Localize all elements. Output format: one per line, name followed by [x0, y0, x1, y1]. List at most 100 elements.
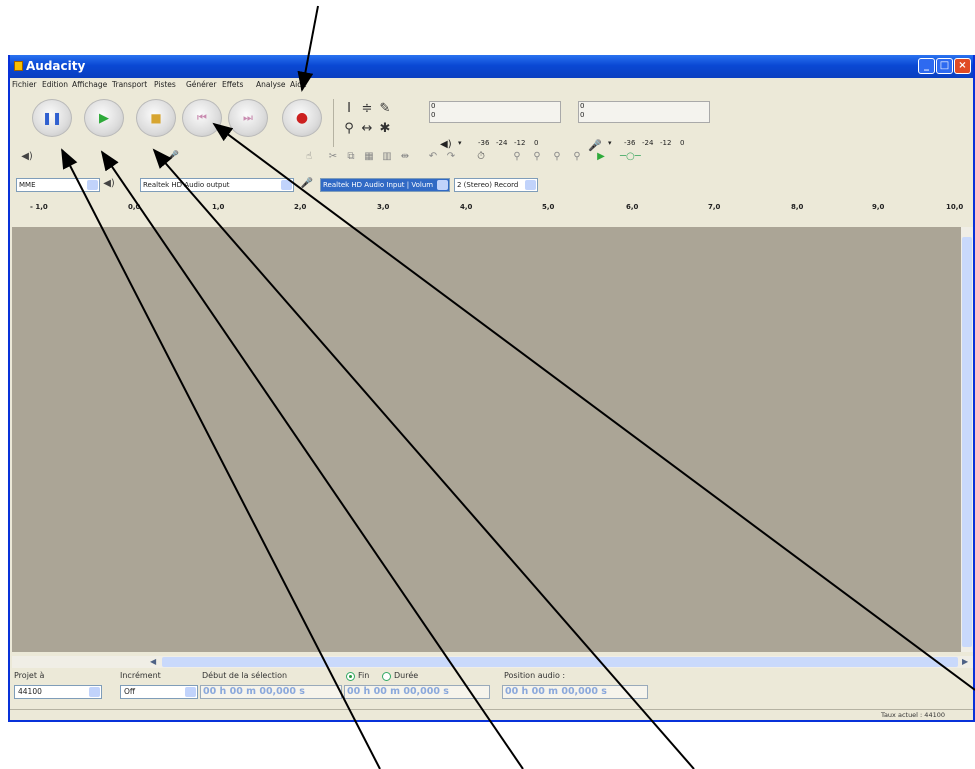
track-area[interactable]: [12, 227, 961, 652]
record-button[interactable]: ●: [282, 99, 322, 137]
skip-end-button[interactable]: ⏭: [228, 99, 268, 137]
ruler-tick: 0,0: [128, 203, 141, 211]
multi-tool-icon[interactable]: ✱: [377, 121, 393, 139]
play-at-speed-icon[interactable]: ▶: [594, 151, 608, 164]
redo-icon[interactable]: ↷: [444, 151, 458, 164]
trim-icon[interactable]: ▥: [380, 151, 394, 164]
menu-fichier[interactable]: Fichier: [12, 80, 37, 89]
project-rate-label: Projet à: [14, 671, 45, 680]
horizontal-scroll-thumb[interactable]: [162, 657, 958, 667]
zoom-out-icon[interactable]: ⚲: [530, 151, 544, 164]
app-icon: [14, 61, 23, 71]
play-meter-zero-l: 0: [431, 102, 436, 110]
menu-pistes[interactable]: Pistes: [154, 80, 176, 89]
end-radio[interactable]: [346, 672, 355, 681]
play-scale-12: -12: [514, 139, 526, 147]
selection-start-time[interactable]: 00 h 00 m 00,000 s: [200, 685, 342, 699]
selection-tool-icon[interactable]: I: [341, 101, 357, 119]
undo-icon[interactable]: ↶: [426, 151, 440, 164]
audacity-window: Audacity _ □ × Fichier Edition Affichage…: [8, 55, 975, 722]
rec-scale-24: -24: [642, 139, 654, 147]
play-meter-dropdown-icon[interactable]: ▾: [458, 139, 462, 147]
channels-select[interactable]: 2 (Stereo) Record: [454, 178, 538, 192]
horizontal-scrollbar[interactable]: ◀ ▶: [12, 656, 973, 668]
hand-icon[interactable]: ☝: [302, 151, 316, 164]
skip-start-button[interactable]: ⏮: [182, 99, 222, 137]
ruler-tick: 6,0: [626, 203, 639, 211]
play-scale-24: -24: [496, 139, 508, 147]
stop-icon: ■: [150, 111, 162, 125]
snap-dropdown-icon: [185, 687, 196, 697]
stop-button[interactable]: ■: [136, 99, 176, 137]
record-meter-dropdown-icon[interactable]: ▾: [608, 139, 612, 147]
output-device-select[interactable]: Realtek HD Audio output: [140, 178, 294, 192]
play-button[interactable]: ▶: [84, 99, 124, 137]
paste-icon[interactable]: ▦: [362, 151, 376, 164]
length-radio-label: Durée: [394, 671, 419, 680]
project-rate-value: 44100: [18, 687, 42, 696]
project-rate-select[interactable]: 44100: [14, 685, 102, 699]
menu-analyse[interactable]: Analyse: [256, 80, 286, 89]
envelope-tool-icon[interactable]: ≑: [359, 101, 375, 119]
snap-select[interactable]: Off: [120, 685, 198, 699]
scroll-right-icon[interactable]: ▶: [962, 657, 968, 666]
fit-selection-icon[interactable]: ⚲: [550, 151, 564, 164]
zoom-in-icon[interactable]: ⚲: [510, 151, 524, 164]
selection-toolbar: Projet à 44100 Incrément Off Début de la…: [10, 669, 973, 709]
length-radio[interactable]: [382, 672, 391, 681]
rec-scale-12: -12: [660, 139, 672, 147]
control-toolbar: ❚❚ ▶ ■ ⏮ ⏭ ●: [16, 95, 333, 145]
record-meter-zero-r: 0: [580, 111, 585, 119]
menu-generer[interactable]: Générer: [186, 80, 216, 89]
timeshift-tool-icon[interactable]: ↔: [359, 121, 375, 139]
play-scale-36: -36: [478, 139, 490, 147]
copy-icon[interactable]: ⧉: [344, 151, 358, 164]
selection-end-time[interactable]: 00 h 00 m 00,000 s: [344, 685, 490, 699]
separator: [333, 99, 334, 147]
close-button[interactable]: ×: [954, 58, 971, 74]
host-select[interactable]: MME: [16, 178, 100, 192]
minimize-button[interactable]: _: [918, 58, 935, 74]
maximize-button[interactable]: □: [936, 58, 953, 74]
window-title: Audacity: [26, 59, 86, 73]
output-dropdown-icon: [281, 180, 292, 190]
timeline-ruler[interactable]: - 1,0 0,0 1,0 2,0 3,0 4,0 5,0 6,0 7,0 8,…: [12, 200, 973, 224]
edit-toolbar-row: ◀) 🎤 ☝ ✂ ⧉ ▦ ▥ ⇹ ↶ ↷ ⏱ ⚲ ⚲ ⚲ ⚲ ▶ ─○─: [16, 149, 916, 167]
play-meter-zero-r: 0: [431, 111, 436, 119]
mixer-speaker-icon: ◀): [21, 151, 33, 162]
play-meter-bar[interactable]: [429, 101, 561, 123]
menu-transport[interactable]: Transport: [112, 80, 147, 89]
menu-aide[interactable]: Aide: [290, 80, 307, 89]
mixer-mic-icon: 🎤: [166, 151, 180, 162]
sync-lock-icon[interactable]: ⏱: [474, 151, 488, 164]
fit-project-icon[interactable]: ⚲: [570, 151, 584, 164]
end-radio-label: Fin: [358, 671, 370, 680]
ruler-tick: - 1,0: [30, 203, 48, 211]
titlebar: Audacity _ □ ×: [10, 55, 973, 78]
skip-end-icon: ⏭: [243, 111, 253, 124]
vertical-scroll-thumb[interactable]: [962, 237, 972, 647]
channels-dropdown-icon: [525, 180, 536, 190]
menu-affichage[interactable]: Affichage: [72, 80, 107, 89]
project-rate-dropdown-icon: [89, 687, 100, 697]
host-select-value: MME: [19, 181, 36, 189]
skip-start-icon: ⏮: [197, 111, 207, 124]
draw-tool-icon[interactable]: ✎: [377, 101, 393, 119]
vertical-scrollbar[interactable]: [961, 227, 973, 652]
menu-edition[interactable]: Edition: [42, 80, 68, 89]
menu-effets[interactable]: Effets: [222, 80, 243, 89]
pause-button[interactable]: ❚❚: [32, 99, 72, 137]
speed-slider-icon[interactable]: ─○─: [620, 151, 641, 164]
zoom-tool-icon[interactable]: ⚲: [341, 121, 357, 139]
play-icon: ▶: [99, 110, 109, 126]
audio-position-time[interactable]: 00 h 00 m 00,000 s: [502, 685, 648, 699]
record-meter-bar[interactable]: [578, 101, 710, 123]
scroll-left-icon[interactable]: ◀: [150, 657, 156, 666]
input-dropdown-icon: [437, 180, 448, 190]
input-device-select[interactable]: Realtek HD Audio Input | Volum: [320, 178, 450, 192]
output-speaker-icon: ◀): [103, 178, 115, 189]
ruler-tick: 5,0: [542, 203, 555, 211]
channels-value: 2 (Stereo) Record: [457, 181, 519, 189]
cut-icon[interactable]: ✂: [326, 151, 340, 164]
silence-icon[interactable]: ⇹: [398, 151, 412, 164]
